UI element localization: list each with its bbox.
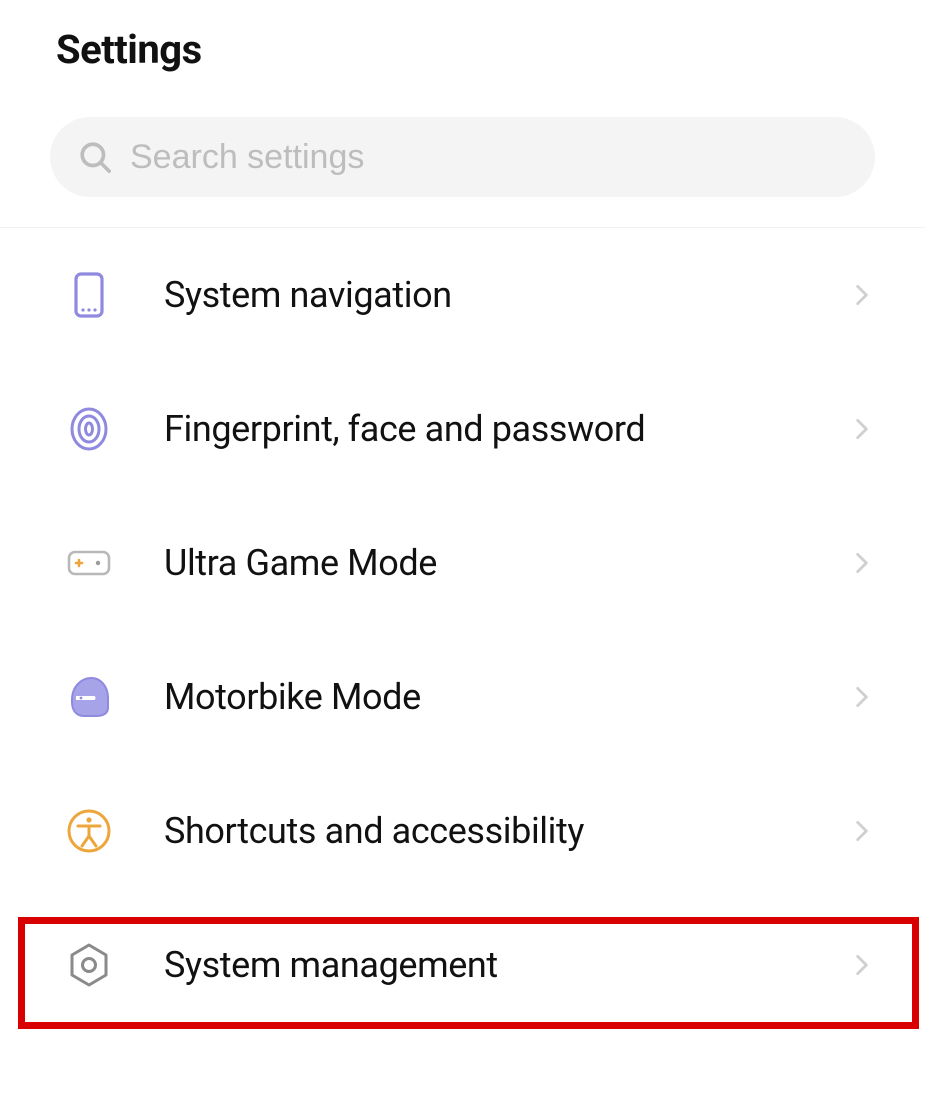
settings-item-system-navigation[interactable]: System navigation bbox=[0, 228, 925, 362]
search-bar[interactable] bbox=[50, 117, 875, 197]
settings-item-label: Motorbike Mode bbox=[164, 676, 849, 718]
chevron-right-icon bbox=[849, 684, 875, 710]
chevron-right-icon bbox=[849, 416, 875, 442]
chevron-right-icon bbox=[849, 952, 875, 978]
settings-item-fingerprint[interactable]: Fingerprint, face and password bbox=[0, 362, 925, 496]
gear-hex-icon bbox=[66, 942, 112, 988]
phone-nav-icon bbox=[66, 272, 112, 318]
search-icon bbox=[78, 140, 112, 174]
settings-item-system-management[interactable]: System management bbox=[0, 898, 925, 1032]
settings-item-label: System management bbox=[164, 944, 849, 986]
chevron-right-icon bbox=[849, 818, 875, 844]
settings-list: System navigation Fingerprint, face and … bbox=[0, 228, 925, 1032]
settings-item-motorbike-mode[interactable]: Motorbike Mode bbox=[0, 630, 925, 764]
search-container bbox=[0, 99, 925, 228]
gamepad-icon bbox=[66, 540, 112, 586]
search-input[interactable] bbox=[130, 138, 847, 177]
chevron-right-icon bbox=[849, 550, 875, 576]
page-title: Settings bbox=[0, 0, 925, 99]
settings-item-label: Ultra Game Mode bbox=[164, 542, 849, 584]
settings-item-label: Shortcuts and accessibility bbox=[164, 810, 849, 852]
helmet-icon bbox=[66, 674, 112, 720]
settings-item-label: System navigation bbox=[164, 274, 849, 316]
chevron-right-icon bbox=[849, 282, 875, 308]
settings-item-ultra-game-mode[interactable]: Ultra Game Mode bbox=[0, 496, 925, 630]
settings-item-shortcuts-accessibility[interactable]: Shortcuts and accessibility bbox=[0, 764, 925, 898]
settings-item-label: Fingerprint, face and password bbox=[164, 408, 849, 450]
accessibility-icon bbox=[66, 808, 112, 854]
fingerprint-icon bbox=[66, 406, 112, 452]
